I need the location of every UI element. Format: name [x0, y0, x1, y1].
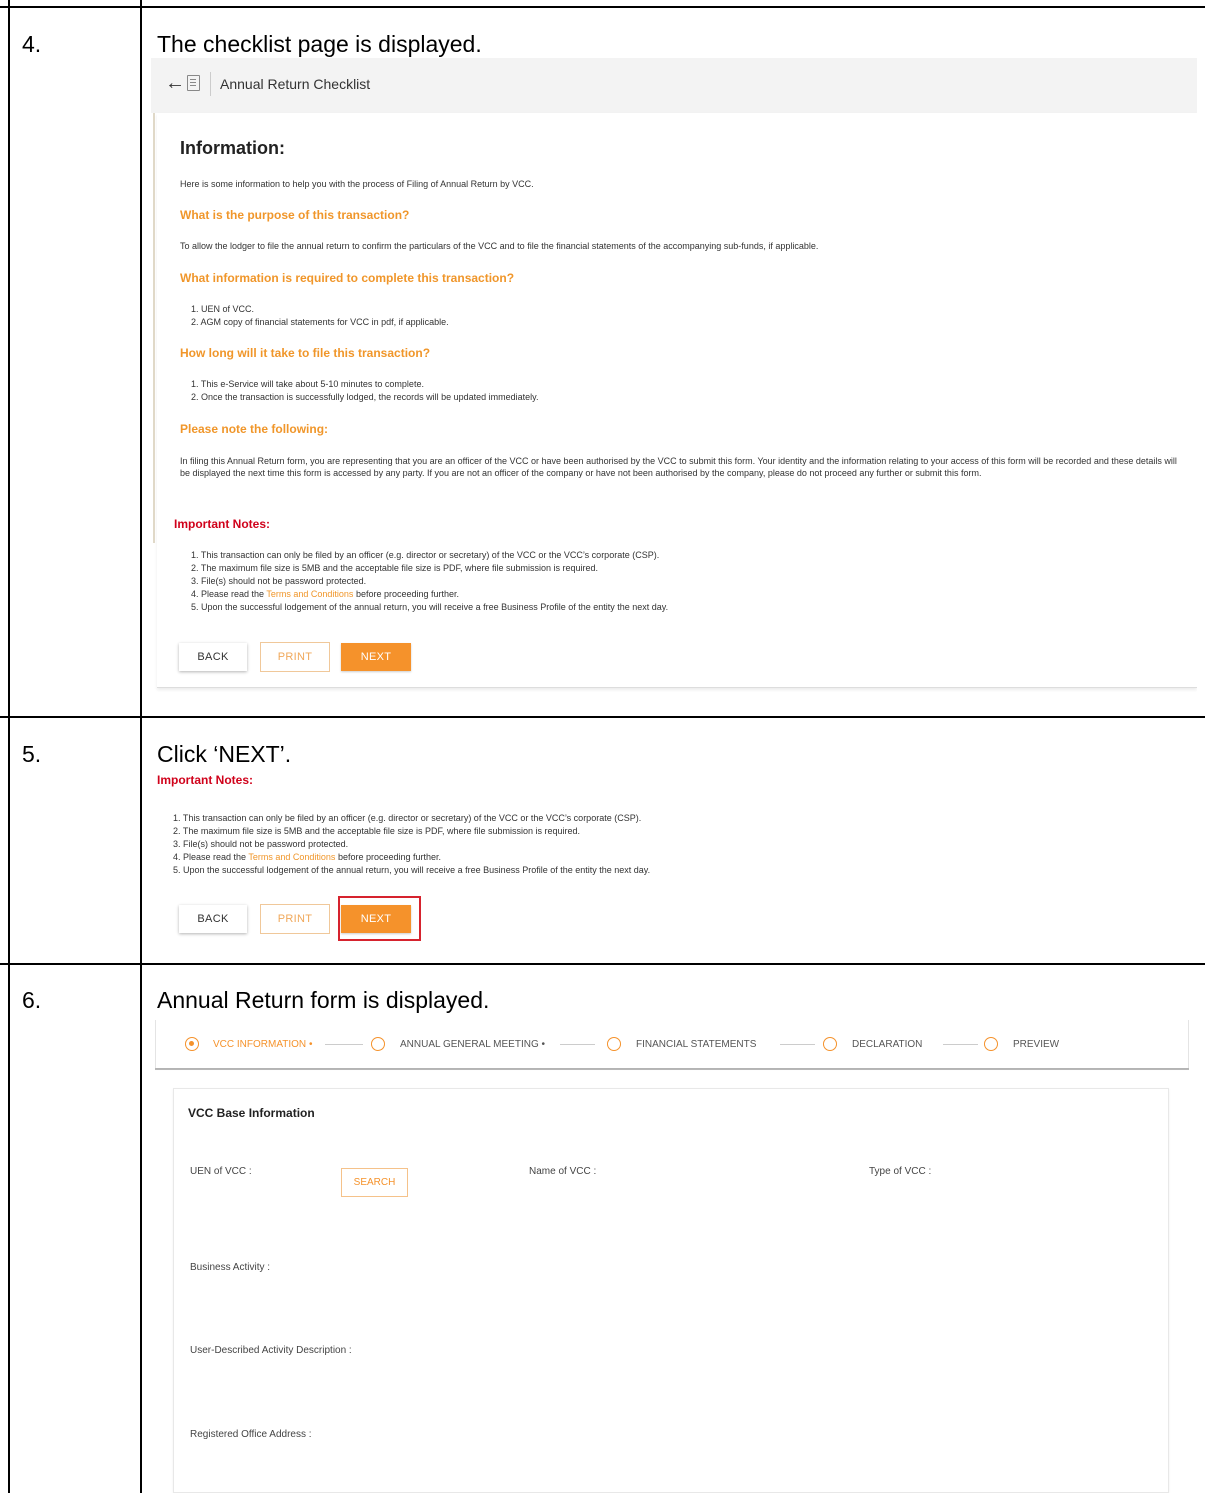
- note-text: 4. Please read the: [173, 852, 249, 862]
- question-heading: What is the purpose of this transaction?: [180, 208, 410, 222]
- user-described-activity-label: User-Described Activity Description :: [190, 1345, 352, 1356]
- note-text: before proceeding further.: [335, 852, 442, 862]
- business-activity-label: Business Activity :: [190, 1262, 271, 1273]
- radio-icon[interactable]: [823, 1037, 837, 1051]
- highlight-box: [338, 896, 421, 941]
- step-connector: [943, 1044, 978, 1045]
- note-text: before proceeding further.: [353, 589, 460, 599]
- search-button[interactable]: SEARCH: [341, 1168, 408, 1197]
- info-heading: Information:: [180, 138, 285, 158]
- important-heading: Important Notes:: [157, 773, 253, 787]
- table-border-left: [8, 0, 10, 1493]
- notice-paragraph: In filing this Annual Return form, you a…: [180, 456, 1177, 478]
- question-heading: How long will it take to file this trans…: [180, 346, 431, 360]
- radio-active-icon[interactable]: [185, 1037, 199, 1051]
- divider: [210, 72, 211, 96]
- name-label: Name of VCC :: [529, 1166, 597, 1177]
- back-button[interactable]: BACK: [179, 905, 247, 933]
- terms-link[interactable]: Terms and Conditions: [248, 852, 335, 862]
- list-item: 2. AGM copy of financial statements for …: [191, 317, 449, 327]
- back-button[interactable]: BACK: [179, 643, 247, 671]
- step-preview[interactable]: PREVIEW: [1013, 1039, 1059, 1050]
- radio-icon[interactable]: [607, 1037, 621, 1051]
- list-item: 5. Upon the successful lodgement of the …: [173, 865, 651, 875]
- list-item: 1. This transaction can only be filed by…: [173, 813, 642, 823]
- uen-label: UEN of VCC :: [190, 1166, 252, 1177]
- left-accent-rule: [153, 113, 155, 543]
- radio-icon[interactable]: [984, 1037, 998, 1051]
- print-button[interactable]: PRINT: [260, 642, 330, 672]
- step-connector: [325, 1044, 363, 1045]
- step-connector: [780, 1044, 815, 1045]
- list-item: 1. This transaction can only be filed by…: [191, 550, 660, 560]
- step-declaration[interactable]: DECLARATION: [852, 1039, 922, 1050]
- question-heading: Please note the following:: [180, 422, 329, 436]
- list-item: 1. UEN of VCC.: [191, 304, 255, 314]
- intro-text: Here is some information to help you wit…: [180, 179, 534, 189]
- step-financial-statements[interactable]: FINANCIAL STATEMENTS: [636, 1039, 756, 1050]
- list-item: 2. The maximum file size is 5MB and the …: [191, 563, 599, 573]
- back-arrow-icon[interactable]: ←: [165, 72, 185, 95]
- next-screenshot: Important Notes: 1. This transaction can…: [151, 773, 1197, 948]
- table-border-top: [0, 6, 1205, 8]
- step-description: Click ‘NEXT’.: [157, 741, 292, 767]
- list-item: 5. Upon the successful lodgement of the …: [191, 602, 669, 612]
- question-heading: What information is required to complete…: [180, 271, 515, 285]
- step-label: VCC INFORMATION: [213, 1039, 307, 1050]
- vcc-base-info-card: VCC Base Information UEN of VCC : SEARCH…: [173, 1088, 1169, 1493]
- list-item: 3. File(s) should not be password protec…: [191, 576, 367, 586]
- step-description: Annual Return form is displayed.: [157, 987, 490, 1013]
- important-heading: Important Notes:: [174, 517, 270, 531]
- next-button[interactable]: NEXT: [341, 643, 411, 671]
- list-item: 2. Once the transaction is successfully …: [191, 392, 539, 402]
- form-screenshot: VCC INFORMATION • ANNUAL GENERAL MEETING…: [155, 1020, 1189, 1493]
- note-text: 4. Please read the: [191, 589, 267, 599]
- progress-stepper: VCC INFORMATION • ANNUAL GENERAL MEETING…: [155, 1020, 1189, 1070]
- step-number: 5.: [22, 741, 42, 767]
- step-vcc-information[interactable]: VCC INFORMATION •: [213, 1039, 312, 1050]
- list-item: 4. Please read the Terms and Conditions …: [191, 589, 459, 599]
- step-number: 4.: [22, 31, 42, 57]
- column-divider: [140, 0, 142, 1493]
- row-divider: [0, 963, 1205, 965]
- type-label: Type of VCC :: [869, 1166, 932, 1177]
- terms-link[interactable]: Terms and Conditions: [266, 589, 353, 599]
- required-mark: •: [308, 1039, 313, 1050]
- checklist-screenshot: ← Annual Return Checklist Information: H…: [151, 58, 1197, 692]
- list-item: 4. Please read the Terms and Conditions …: [173, 852, 441, 862]
- header-bar: ← Annual Return Checklist: [151, 58, 1197, 113]
- list-item: 2. The maximum file size is 5MB and the …: [173, 826, 581, 836]
- row-divider: [0, 716, 1205, 718]
- list-item: 1. This e-Service will take about 5-10 m…: [191, 379, 424, 389]
- step-number: 6.: [22, 987, 42, 1013]
- document-icon: [187, 75, 200, 91]
- required-mark: •: [541, 1039, 546, 1050]
- step-description: The checklist page is displayed.: [157, 31, 482, 57]
- print-button[interactable]: PRINT: [260, 904, 330, 934]
- registered-address-label: Registered Office Address :: [190, 1429, 312, 1440]
- section-title: VCC Base Information: [188, 1106, 315, 1120]
- list-item: 3. File(s) should not be password protec…: [173, 839, 349, 849]
- step-connector: [560, 1044, 595, 1045]
- step-label: ANNUAL GENERAL MEETING: [400, 1039, 539, 1050]
- page-title: Annual Return Checklist: [220, 76, 371, 92]
- radio-icon[interactable]: [371, 1037, 385, 1051]
- step-annual-general-meeting[interactable]: ANNUAL GENERAL MEETING •: [400, 1039, 545, 1050]
- answer-text: To allow the lodger to file the annual r…: [180, 241, 819, 251]
